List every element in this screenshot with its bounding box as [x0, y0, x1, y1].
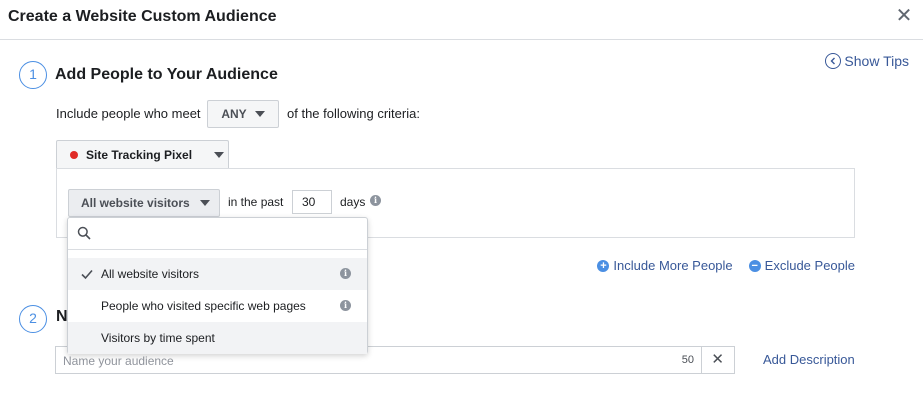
plus-circle-icon: +: [597, 259, 610, 272]
caret-down-icon: [199, 200, 210, 206]
info-icon[interactable]: i: [370, 195, 381, 206]
menu-item-time-spent[interactable]: Visitors by time spent: [68, 322, 367, 354]
match-type-dropdown[interactable]: ANY: [207, 100, 279, 128]
dialog-title: Create a Website Custom Audience: [8, 8, 277, 25]
exclude-label: Exclude People: [764, 258, 855, 273]
clear-icon[interactable]: ✕: [711, 351, 724, 369]
step-1-indicator: 1: [19, 61, 47, 89]
show-tips-link[interactable]: Show Tips: [825, 53, 909, 69]
criteria-suffix: of the following criteria:: [287, 106, 420, 121]
in-the-past-label: in the past: [228, 195, 284, 209]
menu-item-label: All website visitors: [101, 267, 200, 281]
dialog-header: Create a Website Custom Audience ✕: [0, 0, 923, 40]
audience-actions: + Include More People − Exclude People: [597, 258, 855, 273]
audience-name-placeholder: Name your audience: [63, 354, 174, 368]
chevron-left-icon: [825, 53, 842, 69]
menu-search-input[interactable]: [68, 218, 367, 250]
menu-item-label: Visitors by time spent: [101, 331, 215, 345]
minus-circle-icon: −: [748, 259, 761, 272]
info-icon[interactable]: i: [340, 268, 351, 279]
caret-down-icon: [254, 111, 265, 117]
status-dot-icon: [70, 151, 78, 159]
char-count: 50: [681, 354, 694, 366]
add-description-link[interactable]: Add Description: [763, 352, 855, 367]
show-tips-label: Show Tips: [844, 53, 909, 69]
days-input[interactable]: 30: [292, 190, 332, 214]
menu-item-specific-pages[interactable]: People who visited specific web pages i: [68, 290, 367, 322]
exclude-people-link[interactable]: − Exclude People: [748, 258, 855, 273]
menu-item-label: People who visited specific web pages: [101, 299, 306, 313]
check-icon: [81, 269, 93, 280]
visitor-type-menu: All website visitors i People who visite…: [67, 217, 368, 354]
field-divider: [701, 347, 702, 373]
criteria-prefix: Include people who meet: [56, 106, 201, 121]
step-1-title: Add People to Your Audience: [55, 66, 278, 83]
menu-item-all-visitors[interactable]: All website visitors i: [68, 258, 367, 290]
step-2-indicator: 2: [19, 305, 47, 333]
pixel-selector[interactable]: Site Tracking Pixel: [56, 140, 229, 169]
pixel-label: Site Tracking Pixel: [86, 148, 193, 162]
info-icon[interactable]: i: [340, 300, 351, 311]
close-icon[interactable]: ✕: [895, 6, 913, 26]
days-label: days: [340, 195, 366, 209]
search-icon: [77, 226, 91, 240]
include-more-people-link[interactable]: + Include More People: [597, 258, 733, 273]
visitor-type-dropdown[interactable]: All website visitors: [68, 189, 220, 217]
visitor-type-value: All website visitors: [81, 196, 190, 210]
match-type-value: ANY: [221, 107, 247, 121]
caret-down-icon: [214, 152, 225, 158]
include-more-label: Include More People: [613, 258, 733, 273]
